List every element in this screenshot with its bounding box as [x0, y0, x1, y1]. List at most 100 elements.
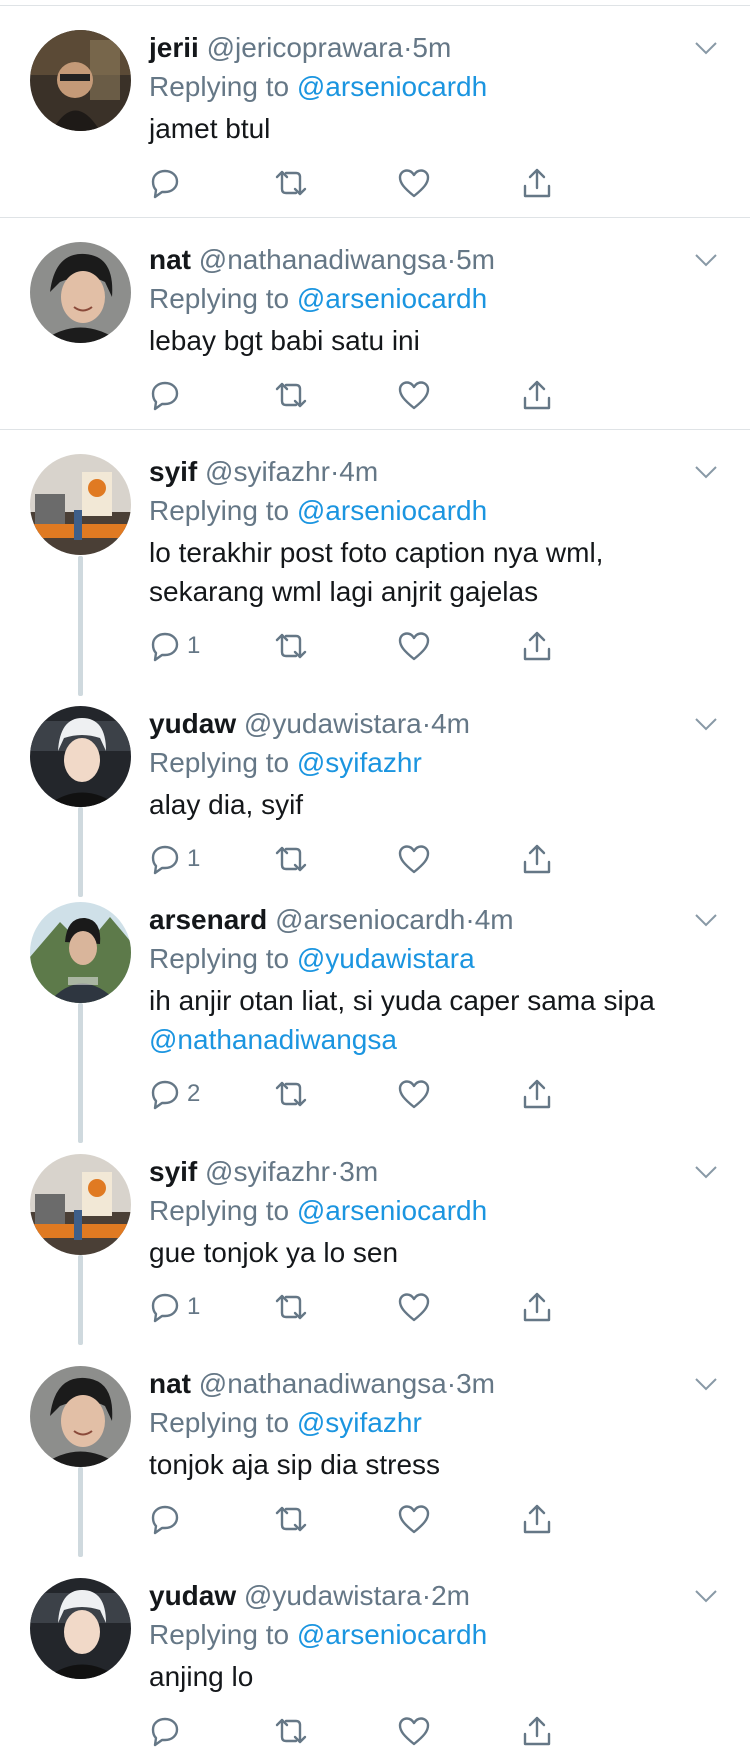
share-button[interactable]: [522, 375, 552, 415]
retweet-button[interactable]: [274, 626, 308, 666]
avatar[interactable]: [30, 30, 131, 131]
like-button[interactable]: [398, 163, 430, 203]
display-name[interactable]: nat: [149, 244, 191, 275]
reply-button[interactable]: [149, 163, 187, 203]
reply-button[interactable]: [149, 375, 187, 415]
mention-link[interactable]: @arseniocardh: [297, 71, 487, 102]
action-bar: 2: [149, 1074, 599, 1114]
timestamp[interactable]: 4m: [431, 708, 470, 739]
retweet-button[interactable]: [274, 1287, 308, 1327]
mention-link[interactable]: @arseniocardh: [297, 1619, 487, 1650]
like-button[interactable]: [398, 1711, 430, 1751]
timestamp[interactable]: 2m: [431, 1580, 470, 1611]
retweet-button[interactable]: [274, 1499, 308, 1539]
retweet-icon: [275, 1506, 307, 1532]
share-button[interactable]: [522, 839, 552, 879]
mention-link[interactable]: @arseniocardh: [297, 1195, 487, 1226]
display-name[interactable]: yudaw: [149, 708, 236, 739]
chevron-down-icon[interactable]: [694, 40, 718, 56]
avatar[interactable]: [30, 1578, 131, 1679]
reply-button[interactable]: 2: [149, 1074, 200, 1114]
timestamp[interactable]: 5m: [456, 244, 495, 275]
reply-button[interactable]: [149, 1499, 187, 1539]
display-name[interactable]: nat: [149, 1368, 191, 1399]
retweet-button[interactable]: [274, 375, 308, 415]
replying-prefix: Replying to: [149, 1195, 290, 1226]
replying-prefix: Replying to: [149, 1619, 290, 1650]
like-button[interactable]: [398, 1074, 430, 1114]
retweet-button[interactable]: [274, 1711, 308, 1751]
mention-link[interactable]: @arseniocardh: [297, 495, 487, 526]
separator: ·: [421, 708, 432, 739]
reply-button[interactable]: [149, 1711, 187, 1751]
mention-link[interactable]: @yudawistara: [297, 943, 475, 974]
user-handle[interactable]: @nathanadiwangsa: [199, 244, 447, 275]
retweet-button[interactable]: [274, 1074, 308, 1114]
user-handle[interactable]: @yudawistara: [244, 1580, 422, 1611]
share-button[interactable]: [522, 1074, 552, 1114]
timestamp[interactable]: 4m: [339, 456, 378, 487]
replying-prefix: Replying to: [149, 1407, 290, 1438]
user-handle[interactable]: @nathanadiwangsa: [199, 1368, 447, 1399]
chevron-down-icon[interactable]: [694, 1588, 718, 1604]
like-button[interactable]: [398, 1287, 430, 1327]
timestamp[interactable]: 5m: [412, 32, 451, 63]
mention-link[interactable]: @syifazhr: [297, 1407, 422, 1438]
retweet-button[interactable]: [274, 839, 308, 879]
share-button[interactable]: [522, 626, 552, 666]
share-icon: [523, 1716, 551, 1746]
display-name[interactable]: yudaw: [149, 1580, 236, 1611]
timestamp[interactable]: 3m: [456, 1368, 495, 1399]
tweet-header: yudaw @yudawistara·4m: [149, 704, 470, 744]
share-icon: [523, 1504, 551, 1534]
retweet-button[interactable]: [274, 163, 308, 203]
user-handle[interactable]: @syifazhr: [205, 1156, 330, 1187]
user-handle[interactable]: @jericoprawara: [207, 32, 404, 63]
mention-link[interactable]: @nathanadiwangsa: [149, 1020, 729, 1059]
share-button[interactable]: [522, 163, 552, 203]
share-button[interactable]: [522, 1287, 552, 1327]
reply-button[interactable]: 1: [149, 626, 200, 666]
share-button[interactable]: [522, 1711, 552, 1751]
avatar[interactable]: [30, 902, 131, 1003]
share-icon: [523, 1079, 551, 1109]
avatar[interactable]: [30, 706, 131, 807]
avatar[interactable]: [30, 1366, 131, 1467]
avatar[interactable]: [30, 1154, 131, 1255]
avatar[interactable]: [30, 454, 131, 555]
chevron-down-icon[interactable]: [694, 1164, 718, 1180]
mention-link[interactable]: @arseniocardh: [297, 283, 487, 314]
display-name[interactable]: syif: [149, 456, 197, 487]
user-handle[interactable]: @yudawistara: [244, 708, 422, 739]
reply-count: 1: [187, 632, 201, 659]
display-name[interactable]: jerii: [149, 32, 199, 63]
retweet-icon: [275, 633, 307, 659]
replying-to: Replying to @arseniocardh: [149, 1191, 487, 1231]
text-line: anjing lo: [149, 1661, 254, 1692]
reply-button[interactable]: 1: [149, 839, 200, 879]
tweet-header: yudaw @yudawistara·2m: [149, 1576, 470, 1616]
chevron-down-icon[interactable]: [694, 1376, 718, 1392]
replying-to: Replying to @arseniocardh: [149, 279, 487, 319]
avatar[interactable]: [30, 242, 131, 343]
share-button[interactable]: [522, 1499, 552, 1539]
like-button[interactable]: [398, 375, 430, 415]
thread-line: [78, 556, 83, 696]
user-handle[interactable]: @arseniocardh: [275, 904, 465, 935]
tweet-text: anjing lo: [149, 1657, 729, 1696]
replying-prefix: Replying to: [149, 71, 290, 102]
reply-button[interactable]: 1: [149, 1287, 200, 1327]
chevron-down-icon[interactable]: [694, 912, 718, 928]
chevron-down-icon[interactable]: [694, 464, 718, 480]
display-name[interactable]: arsenard: [149, 904, 267, 935]
mention-link[interactable]: @syifazhr: [297, 747, 422, 778]
chevron-down-icon[interactable]: [694, 252, 718, 268]
chevron-down-icon[interactable]: [694, 716, 718, 732]
like-button[interactable]: [398, 839, 430, 879]
user-handle[interactable]: @syifazhr: [205, 456, 330, 487]
display-name[interactable]: syif: [149, 1156, 197, 1187]
like-button[interactable]: [398, 1499, 430, 1539]
timestamp[interactable]: 4m: [475, 904, 514, 935]
like-button[interactable]: [398, 626, 430, 666]
timestamp[interactable]: 3m: [339, 1156, 378, 1187]
